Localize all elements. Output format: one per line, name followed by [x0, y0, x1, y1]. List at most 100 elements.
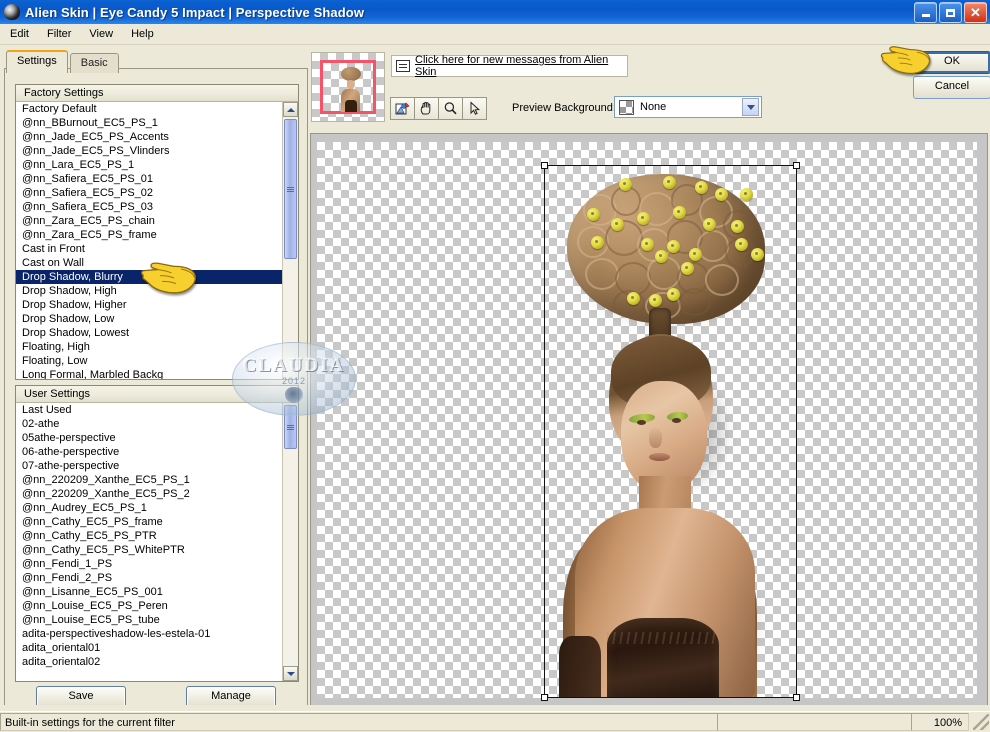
selection-handle-top-right[interactable] — [793, 162, 800, 169]
factory-setting-item[interactable]: Drop Shadow, Blurry — [16, 270, 284, 284]
user-setting-item[interactable]: adita-perspectiveshadow-les-estela-01 — [16, 627, 298, 641]
user-setting-item[interactable]: @nn_Cathy_EC5_PS_frame — [16, 515, 298, 529]
factory-setting-item[interactable]: Factory Default — [16, 102, 298, 116]
user-scrollbar[interactable] — [282, 403, 298, 681]
menu-item-help[interactable]: Help — [123, 26, 162, 42]
menu-bar: Edit Filter View Help — [0, 24, 990, 45]
factory-setting-item[interactable]: Cast in Front — [16, 242, 298, 256]
factory-setting-item[interactable]: Cast on Wall — [16, 256, 298, 270]
factory-setting-item[interactable]: @nn_Zara_EC5_PS_frame — [16, 228, 298, 242]
factory-setting-item[interactable]: @nn_Safiera_EC5_PS_03 — [16, 200, 298, 214]
preview-background-value: None — [640, 101, 667, 113]
selection-handle-bottom-right[interactable] — [793, 694, 800, 701]
selection-handle-top-left[interactable] — [541, 162, 548, 169]
factory-setting-item[interactable]: @nn_Safiera_EC5_PS_02 — [16, 186, 298, 200]
user-settings-listbox[interactable]: User Settings Last Used 02-athe 05athe-per… — [15, 385, 299, 682]
envelope-icon — [396, 60, 410, 72]
factory-settings-listbox[interactable]: Factory Settings Factory Default @nn_BBur… — [15, 84, 299, 380]
preview-background-label: Preview Background: — [512, 102, 616, 114]
user-setting-item[interactable]: @nn_220209_Xanthe_EC5_PS_1 — [16, 473, 298, 487]
grip-icon — [287, 424, 294, 430]
minimize-button[interactable] — [914, 2, 937, 23]
user-setting-item[interactable]: 06-athe-perspective — [16, 445, 298, 459]
preview-toolbar — [390, 97, 487, 120]
user-setting-item[interactable]: Last Used — [16, 403, 298, 417]
preview-canvas[interactable] — [317, 142, 977, 701]
menu-item-view[interactable]: View — [81, 26, 121, 42]
factory-setting-item[interactable]: Drop Shadow, Lowest — [16, 326, 298, 340]
factory-scroll-up-button[interactable] — [283, 102, 298, 117]
cancel-button[interactable]: Cancel — [913, 76, 990, 99]
factory-setting-item[interactable]: Floating, High — [16, 340, 298, 354]
factory-setting-item[interactable]: Drop Shadow, High — [16, 284, 298, 298]
user-setting-item[interactable]: 05athe-perspective — [16, 431, 298, 445]
preview-background-select[interactable]: None — [614, 96, 762, 118]
user-setting-item[interactable]: @nn_Fendi_2_PS — [16, 571, 298, 585]
factory-setting-item[interactable]: @nn_Zara_EC5_PS_chain — [16, 214, 298, 228]
minimize-icon — [921, 14, 930, 17]
new-messages-link[interactable]: Click here for new messages from Alien S… — [415, 54, 627, 78]
user-setting-item[interactable]: 02-athe — [16, 417, 298, 431]
ok-button[interactable]: OK — [913, 51, 990, 74]
zoom-magnifier-icon-button[interactable] — [438, 97, 463, 120]
user-setting-item[interactable]: @nn_Cathy_EC5_PS_WhitePTR — [16, 543, 298, 557]
thumb-dress — [345, 100, 357, 112]
dropdown-arrow-button[interactable] — [742, 98, 759, 116]
factory-setting-item[interactable]: @nn_Jade_EC5_PS_Vlinders — [16, 144, 298, 158]
checkerboard-swatch-icon — [619, 99, 634, 115]
tab-settings[interactable]: Settings — [6, 50, 68, 73]
status-bar: Built-in settings for the current filter… — [0, 711, 990, 732]
factory-setting-item[interactable]: Drop Shadow, Higher — [16, 298, 298, 312]
user-setting-item[interactable]: @nn_220209_Xanthe_EC5_PS_2 — [16, 487, 298, 501]
factory-setting-item[interactable]: @nn_Jade_EC5_PS_Accents — [16, 130, 298, 144]
close-button[interactable]: ✕ — [964, 2, 987, 23]
user-setting-item[interactable]: @nn_Lisanne_EC5_PS_001 — [16, 585, 298, 599]
alien-skin-dialog: Alien Skin | Eye Candy 5 Impact | Perspe… — [0, 0, 990, 732]
tab-basic[interactable]: Basic — [69, 53, 119, 73]
factory-setting-item[interactable]: Long Formal, Marbled Backg — [16, 368, 298, 379]
status-middle — [717, 713, 912, 731]
chevron-down-icon — [286, 671, 295, 676]
selection-handle-bottom-left[interactable] — [541, 694, 548, 701]
user-setting-item[interactable]: @nn_Cathy_EC5_PS_PTR — [16, 529, 298, 543]
status-zoom: 100% — [911, 713, 969, 731]
thumb-hair — [341, 67, 361, 81]
maximize-icon — [946, 8, 955, 17]
factory-scroll-thumb[interactable] — [284, 119, 297, 259]
maximize-button[interactable] — [939, 2, 962, 23]
user-setting-item[interactable]: @nn_Audrey_EC5_PS_1 — [16, 501, 298, 515]
user-scroll-thumb[interactable] — [284, 405, 297, 449]
factory-setting-item[interactable]: @nn_BBurnout_EC5_PS_1 — [16, 116, 298, 130]
factory-setting-item[interactable]: Floating, Low — [16, 354, 298, 368]
user-setting-item[interactable]: @nn_Louise_EC5_PS_Peren — [16, 599, 298, 613]
factory-setting-item[interactable]: @nn_Lara_EC5_PS_1 — [16, 158, 298, 172]
menu-item-edit[interactable]: Edit — [2, 26, 37, 42]
resize-grip-icon[interactable] — [973, 714, 989, 730]
user-scroll-down-button[interactable] — [283, 666, 298, 681]
hand-pan-icon-button[interactable] — [414, 97, 439, 120]
title-bar: Alien Skin | Eye Candy 5 Impact | Perspe… — [0, 0, 990, 25]
preview-area[interactable] — [310, 133, 988, 707]
user-setting-item[interactable]: @nn_Louise_EC5_PS_tube — [16, 613, 298, 627]
factory-setting-item[interactable]: Drop Shadow, Low — [16, 312, 298, 326]
chevron-up-icon — [286, 107, 295, 112]
thumbnail-preview[interactable] — [311, 52, 385, 122]
selection-bounding-box[interactable] — [541, 162, 800, 701]
window-controls: ✕ — [914, 2, 987, 23]
user-setting-item[interactable]: adita_oriental02 — [16, 655, 298, 669]
user-setting-item[interactable]: 07-athe-perspective — [16, 459, 298, 473]
user-setting-item[interactable]: @nn_Fendi_1_PS — [16, 557, 298, 571]
user-settings-header: User Settings — [16, 386, 298, 403]
factory-settings-items[interactable]: Factory Default @nn_BBurnout_EC5_PS_1 @nn_… — [16, 102, 298, 379]
message-bar[interactable]: Click here for new messages from Alien S… — [391, 54, 628, 78]
factory-scrollbar[interactable] — [282, 102, 298, 379]
menu-item-filter[interactable]: Filter — [39, 26, 79, 42]
user-setting-item[interactable]: adita_oriental01 — [16, 641, 298, 655]
settings-panel: Factory Settings Factory Default @nn_BBur… — [4, 68, 308, 709]
arrow-select-icon-button[interactable] — [462, 97, 487, 120]
color-picker-icon-button[interactable] — [390, 97, 415, 120]
user-settings-items[interactable]: Last Used 02-athe 05athe-perspective 06-ath… — [16, 403, 298, 681]
chevron-down-icon — [746, 104, 755, 110]
factory-setting-item[interactable]: @nn_Safiera_EC5_PS_01 — [16, 172, 298, 186]
grip-icon — [287, 186, 294, 192]
